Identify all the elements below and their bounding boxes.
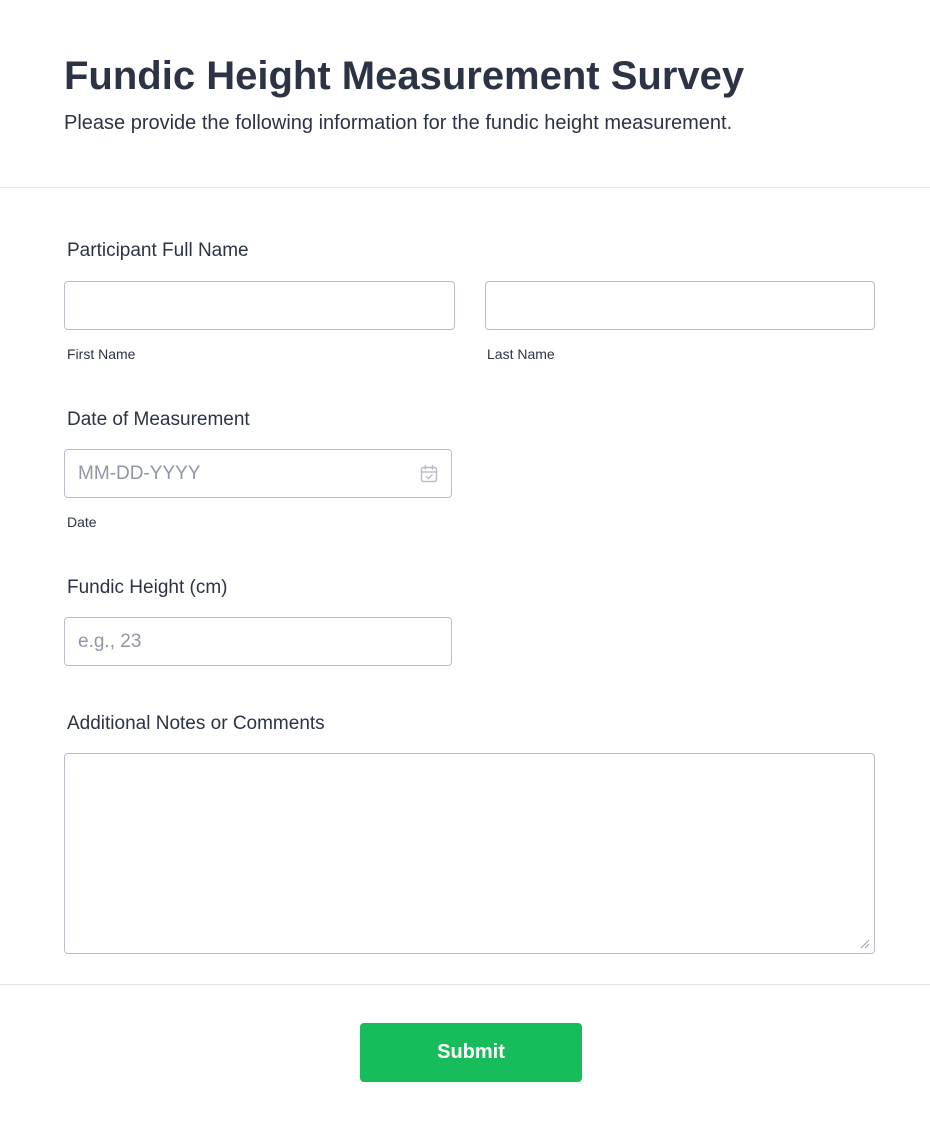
date-sublabel: Date <box>67 514 97 530</box>
first-name-sublabel: First Name <box>67 346 136 362</box>
form-title: Fundic Height Measurement Survey <box>64 54 745 98</box>
date-input[interactable] <box>64 449 452 498</box>
notes-textarea[interactable] <box>64 753 875 954</box>
date-of-measurement-label: Date of Measurement <box>67 409 250 430</box>
form-header: Fundic Height Measurement Survey Please … <box>0 0 930 188</box>
last-name-input[interactable] <box>485 281 875 330</box>
notes-label: Additional Notes or Comments <box>67 713 325 734</box>
footer-divider <box>0 984 930 985</box>
form-page: Fundic Height Measurement Survey Please … <box>0 0 930 1132</box>
last-name-sublabel: Last Name <box>487 346 555 362</box>
resize-grip-icon[interactable] <box>858 937 870 949</box>
calendar-icon[interactable] <box>419 464 439 484</box>
form-subtitle: Please provide the following information… <box>64 112 733 134</box>
submit-button[interactable]: Submit <box>360 1023 582 1082</box>
fundic-height-input[interactable] <box>64 617 452 666</box>
first-name-input[interactable] <box>64 281 455 330</box>
fundic-height-label: Fundic Height (cm) <box>67 577 228 598</box>
participant-name-label: Participant Full Name <box>67 240 249 261</box>
